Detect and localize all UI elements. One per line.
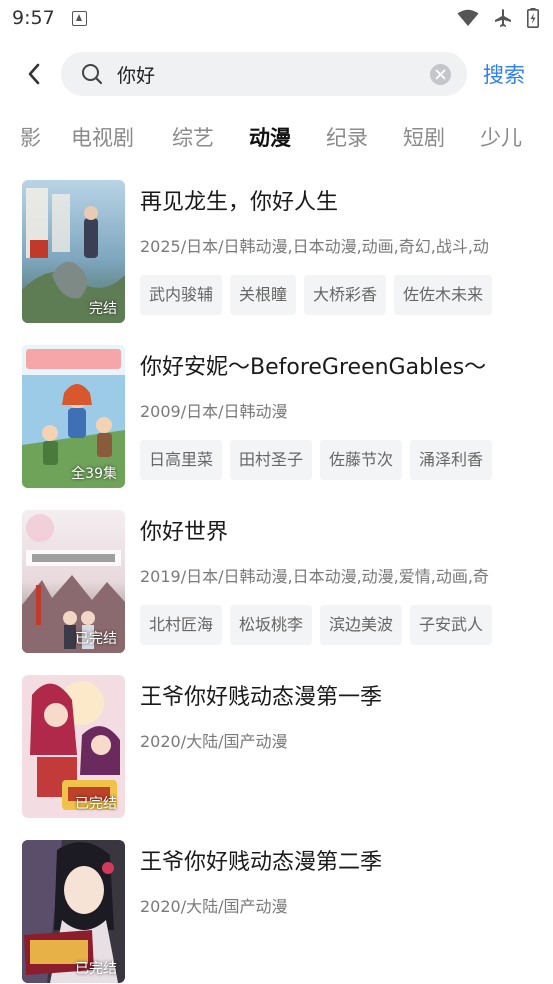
cast-chip[interactable]: 北村匠海 bbox=[140, 605, 223, 645]
poster-status-badge: 完结 bbox=[89, 301, 117, 317]
result-meta: 2009/日本/日韩动漫 bbox=[140, 402, 288, 421]
cast-chip[interactable]: 大桥彩香 bbox=[304, 275, 387, 315]
search-box[interactable] bbox=[61, 52, 467, 96]
cast-chip[interactable]: 佐藤节次 bbox=[320, 440, 403, 480]
search-button[interactable]: 搜索 bbox=[483, 59, 525, 89]
cast-list: 北村匠海 松坂桃李 滨边美波 子安武人 bbox=[140, 605, 493, 645]
poster-status-badge: 全39集 bbox=[71, 466, 117, 482]
status-icons bbox=[457, 8, 539, 28]
cast-chip[interactable]: 日高里菜 bbox=[140, 440, 223, 480]
cast-chip[interactable]: 田村圣子 bbox=[230, 440, 313, 480]
result-title[interactable]: 你好安妮～BeforeGreenGables～ bbox=[140, 349, 486, 381]
result-title[interactable]: 王爷你好贱动态漫第二季 bbox=[140, 844, 382, 876]
wifi-icon bbox=[457, 9, 479, 26]
cast-chip[interactable]: 佐佐木未来 bbox=[394, 275, 493, 315]
result-item[interactable]: 完结 再见龙生，你好人生 2025/日本/日韩动漫,日本动漫,动画,奇幻,战斗,… bbox=[0, 178, 553, 324]
clear-icon[interactable] bbox=[430, 64, 451, 85]
cast-chip[interactable]: 武内骏辅 bbox=[140, 275, 223, 315]
result-item[interactable]: 全39集 你好安妮～BeforeGreenGables～ 2009/日本/日韩动… bbox=[0, 343, 553, 489]
tab-variety[interactable]: 综艺 bbox=[172, 122, 214, 152]
cast-chip[interactable]: 子安武人 bbox=[410, 605, 493, 645]
tab-kids[interactable]: 少儿 bbox=[480, 122, 522, 152]
search-row: 搜索 bbox=[0, 50, 553, 98]
tab-anime[interactable]: 动漫 bbox=[249, 122, 291, 152]
airplane-icon bbox=[495, 9, 511, 27]
cast-chip[interactable]: 松坂桃李 bbox=[230, 605, 313, 645]
poster-status-badge: 已完结 bbox=[75, 796, 117, 812]
poster-image[interactable]: 全39集 bbox=[22, 345, 125, 488]
close-icon bbox=[435, 69, 446, 80]
tab-tv-series[interactable]: 电视剧 bbox=[71, 122, 134, 152]
notification-app-icon bbox=[72, 11, 87, 26]
result-meta: 2020/大陆/国产动漫 bbox=[140, 897, 288, 916]
result-title[interactable]: 王爷你好贱动态漫第一季 bbox=[140, 679, 382, 711]
search-input[interactable] bbox=[117, 52, 417, 96]
tab-documentary[interactable]: 纪录 bbox=[326, 122, 368, 152]
cast-chip[interactable]: 涌泽利香 bbox=[410, 440, 493, 480]
chevron-left-icon bbox=[28, 63, 40, 85]
result-item[interactable]: 已完结 你好世界 2019/日本/日韩动漫,日本动漫,动漫,爱情,动画,奇 北村… bbox=[0, 508, 553, 654]
tab-short-drama[interactable]: 短剧 bbox=[403, 122, 445, 152]
cast-chip[interactable]: 关根瞳 bbox=[230, 275, 297, 315]
poster-image[interactable]: 已完结 bbox=[22, 675, 125, 818]
result-title[interactable]: 再见龙生，你好人生 bbox=[140, 184, 338, 216]
poster-status-badge: 已完结 bbox=[75, 961, 117, 977]
result-title[interactable]: 你好世界 bbox=[140, 514, 228, 546]
battery-charging-icon bbox=[527, 8, 539, 28]
poster-image[interactable]: 完结 bbox=[22, 180, 125, 323]
result-item[interactable]: 已完结 王爷你好贱动态漫第二季 2020/大陆/国产动漫 bbox=[0, 838, 553, 984]
poster-image[interactable]: 已完结 bbox=[22, 510, 125, 653]
search-icon bbox=[82, 64, 103, 85]
cast-list: 武内骏辅 关根瞳 大桥彩香 佐佐木未来 bbox=[140, 275, 493, 315]
poster-status-badge: 已完结 bbox=[75, 631, 117, 647]
tab-movie[interactable]: 影 bbox=[20, 122, 41, 152]
result-meta: 2019/日本/日韩动漫,日本动漫,动漫,爱情,动画,奇 bbox=[140, 567, 489, 586]
status-bar: 9:57 bbox=[0, 0, 553, 38]
cast-chip[interactable]: 滨边美波 bbox=[320, 605, 403, 645]
poster-image[interactable]: 已完结 bbox=[22, 840, 125, 983]
result-item[interactable]: 已完结 王爷你好贱动态漫第一季 2020/大陆/国产动漫 bbox=[0, 673, 553, 819]
status-time: 9:57 bbox=[12, 7, 55, 29]
back-button[interactable] bbox=[18, 58, 50, 90]
cast-list: 日高里菜 田村圣子 佐藤节次 涌泽利香 bbox=[140, 440, 493, 480]
result-meta: 2025/日本/日韩动漫,日本动漫,动画,奇幻,战斗,动 bbox=[140, 237, 489, 256]
result-meta: 2020/大陆/国产动漫 bbox=[140, 732, 288, 751]
category-tabs: 影 电视剧 综艺 动漫 纪录 短剧 少儿 bbox=[0, 118, 553, 160]
